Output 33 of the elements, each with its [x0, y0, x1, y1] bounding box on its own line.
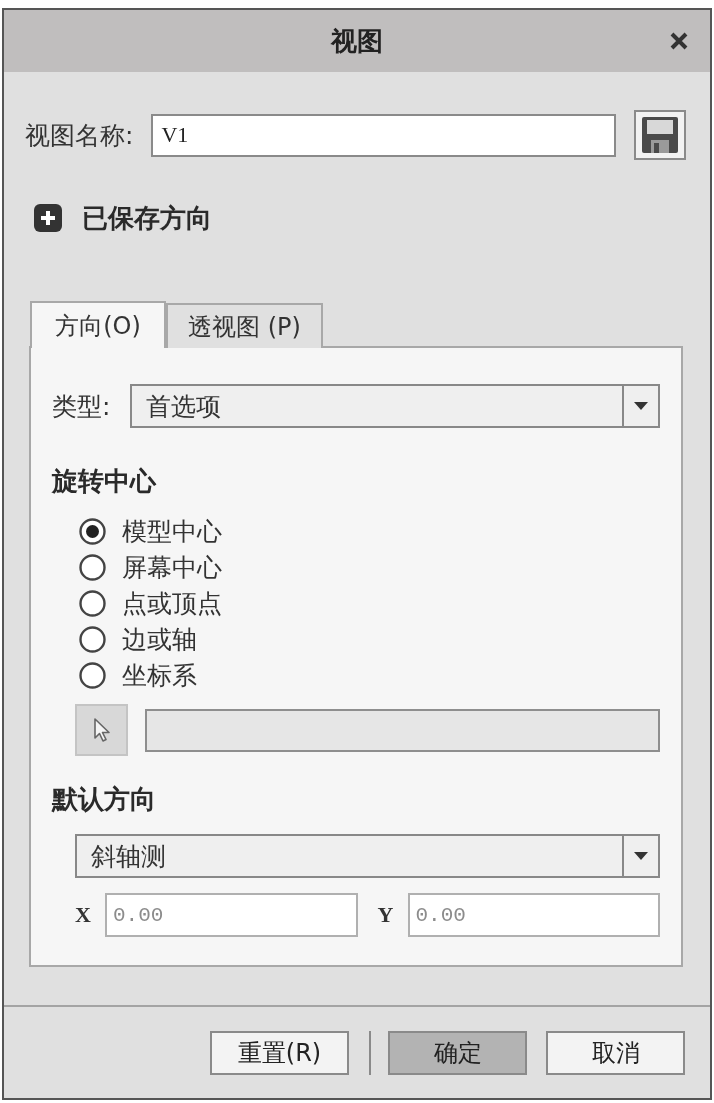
- section-heading: 默认方向: [52, 783, 157, 815]
- close-icon: [670, 32, 688, 50]
- radio-label: 坐标系: [122, 659, 197, 692]
- x-label: X: [75, 902, 92, 928]
- radio-label: 屏幕中心: [122, 551, 222, 584]
- view-name-input[interactable]: V1: [151, 113, 616, 157]
- ok-button[interactable]: 确定: [388, 1031, 527, 1075]
- radio-button[interactable]: [79, 589, 106, 617]
- caret-icon: [634, 402, 648, 410]
- tab[interactable]: 透视图 (P): [166, 303, 323, 348]
- radio-label: 边或轴: [122, 623, 197, 656]
- type-label: 类型:: [52, 390, 111, 423]
- caret-icon: [634, 852, 648, 860]
- radio-label: 点或顶点: [122, 587, 222, 620]
- radio-button[interactable]: [79, 625, 106, 653]
- radio-label: 模型中心: [122, 515, 222, 548]
- radio-button[interactable]: [79, 661, 106, 689]
- cancel-button[interactable]: 取消: [546, 1031, 685, 1075]
- expand-icon[interactable]: [34, 204, 62, 232]
- section-heading: 旋转中心: [52, 465, 158, 497]
- view-name-label: 视图名称:: [25, 119, 134, 152]
- reset-button[interactable]: 重置(R): [210, 1031, 349, 1075]
- radio-button[interactable]: [79, 553, 106, 581]
- tab[interactable]: 方向(O): [30, 301, 166, 348]
- save-button[interactable]: [634, 110, 686, 160]
- cursor-arrow-icon: [92, 717, 111, 743]
- radio-button[interactable]: [79, 517, 106, 545]
- orientation-dropdown[interactable]: 斜轴测: [75, 834, 660, 878]
- section-title: 已保存方向: [82, 201, 212, 235]
- type-dropdown[interactable]: 首选项: [130, 384, 660, 428]
- window-title: 视图: [331, 24, 383, 58]
- y-label: Y: [377, 902, 395, 928]
- close-button[interactable]: [670, 32, 688, 50]
